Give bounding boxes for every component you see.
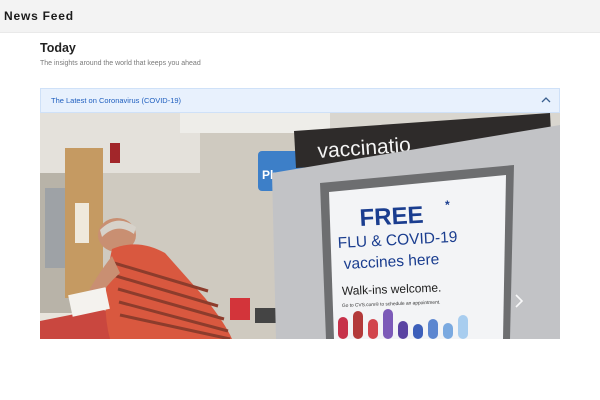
- collapse-button[interactable]: [539, 93, 553, 107]
- card-title: The Latest on Coronavirus (COVID-19): [51, 96, 182, 105]
- news-card: The Latest on Coronavirus (COVID-19) Ph: [40, 88, 560, 339]
- news-image[interactable]: Ph vaccinatio FREE * FLU & COVID-19 vacc…: [40, 113, 560, 339]
- section-subtitle: The insights around the world that keeps…: [40, 60, 201, 67]
- card-header[interactable]: The Latest on Coronavirus (COVID-19): [40, 88, 560, 113]
- chevron-right-icon: [515, 294, 524, 308]
- vaccination-photo: Ph vaccinatio FREE * FLU & COVID-19 vacc…: [40, 113, 560, 339]
- next-image-button[interactable]: [512, 290, 526, 312]
- top-bar: News Feed: [0, 0, 600, 33]
- section-title: Today: [40, 41, 76, 55]
- app-title: News Feed: [4, 9, 74, 23]
- poster-free: FREE: [359, 202, 424, 232]
- poster-asterisk: *: [445, 198, 450, 212]
- chevron-up-icon: [541, 97, 551, 103]
